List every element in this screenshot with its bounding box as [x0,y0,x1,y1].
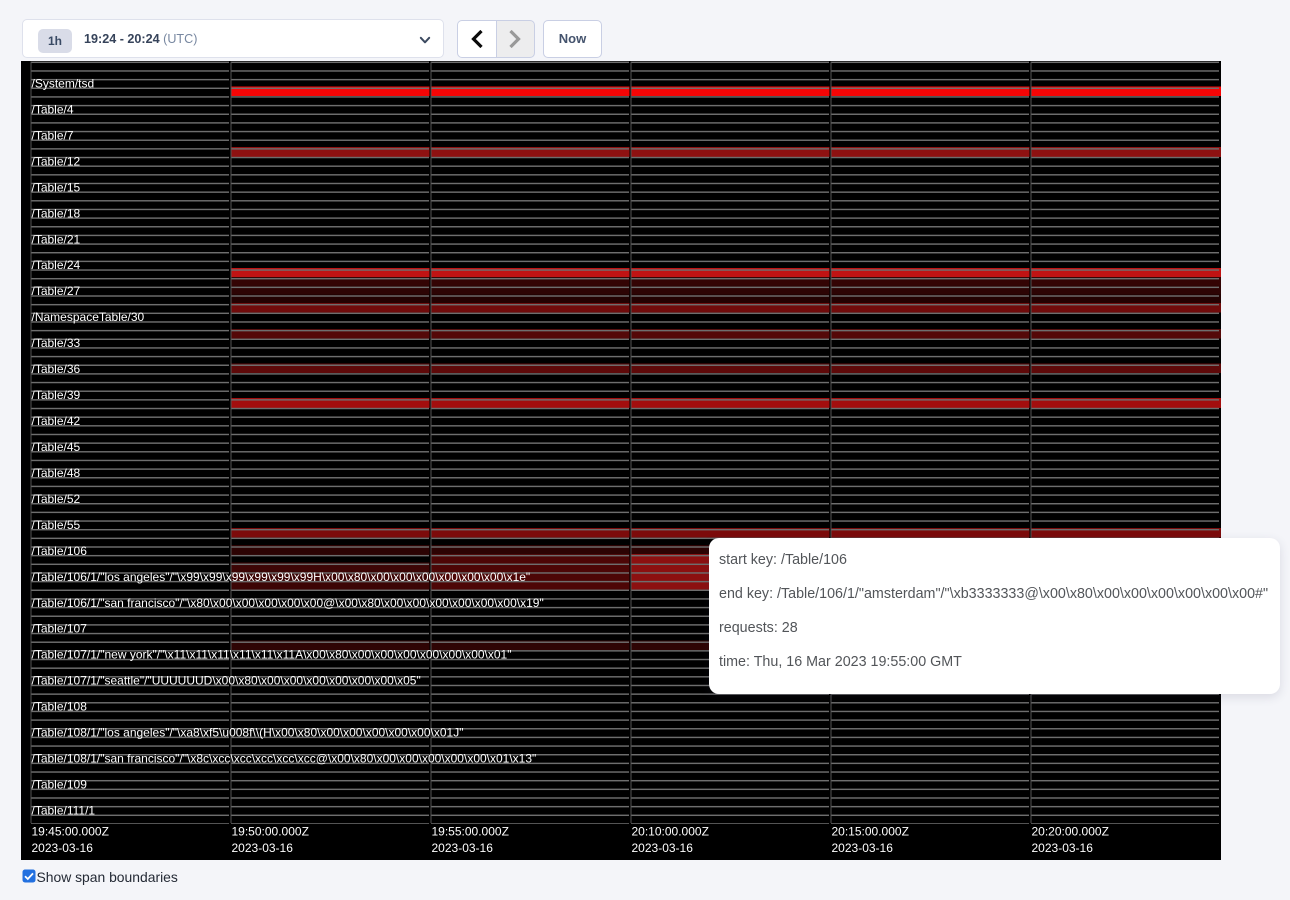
svg-text:/Table/48: /Table/48 [32,466,81,480]
svg-text:/System/tsd: /System/tsd [32,76,95,90]
svg-text:/Table/111/1: /Table/111/1 [32,803,96,817]
svg-text:/Table/4: /Table/4 [32,102,74,116]
svg-text:/Table/18: /Table/18 [32,206,81,220]
svg-text:/Table/107/1/"seattle"/"UUUUUU: /Table/107/1/"seattle"/"UUUUUUD\x00\x80\… [32,674,421,688]
svg-text:/NamespaceTable/30: /NamespaceTable/30 [32,310,145,324]
svg-text:20:20:00.000Z: 20:20:00.000Z [1032,825,1109,839]
svg-text:/Table/15: /Table/15 [32,180,81,194]
svg-text:2023-03-16: 2023-03-16 [32,841,94,855]
svg-text:/Table/109: /Table/109 [32,778,88,792]
svg-text:/Table/107: /Table/107 [32,622,88,636]
svg-text:2023-03-16: 2023-03-16 [632,841,694,855]
svg-text:/Table/42: /Table/42 [32,414,81,428]
svg-text:/Table/108: /Table/108 [32,700,88,714]
svg-text:/Table/107/1/"new york"/"\x11\: /Table/107/1/"new york"/"\x11\x11\x11\x1… [32,648,512,662]
svg-text:2023-03-16: 2023-03-16 [1032,841,1094,855]
svg-text:2023-03-16: 2023-03-16 [832,841,894,855]
svg-text:/Table/33: /Table/33 [32,336,81,350]
svg-text:20:10:00.000Z: 20:10:00.000Z [632,825,709,839]
svg-text:19:55:00.000Z: 19:55:00.000Z [432,825,509,839]
svg-text:/Table/36: /Table/36 [32,362,81,376]
svg-text:/Table/24: /Table/24 [32,258,81,272]
svg-text:19:45:00.000Z: 19:45:00.000Z [32,825,109,839]
svg-text:/Table/106: /Table/106 [32,544,88,558]
svg-text:19:50:00.000Z: 19:50:00.000Z [232,825,309,839]
svg-text:/Table/108/1/"san francisco"/": /Table/108/1/"san francisco"/"\x8c\xcc\x… [32,752,537,766]
svg-text:2023-03-16: 2023-03-16 [432,841,494,855]
svg-text:/Table/106/1/"san francisco"/": /Table/106/1/"san francisco"/"\x80\x00\x… [32,596,544,610]
svg-text:/Table/7: /Table/7 [32,128,74,142]
svg-text:/Table/12: /Table/12 [32,154,81,168]
svg-text:/Table/27: /Table/27 [32,284,81,298]
svg-text:/Table/108/1/"los angeles"/"\x: /Table/108/1/"los angeles"/"\xa8\xf5\u00… [32,726,464,740]
svg-text:/Table/55: /Table/55 [32,518,81,532]
svg-text:/Table/21: /Table/21 [32,232,81,246]
svg-text:/Table/106/1/"los angeles"/"\x: /Table/106/1/"los angeles"/"\x99\x99\x99… [32,570,531,584]
svg-text:/Table/39: /Table/39 [32,388,81,402]
svg-text:/Table/45: /Table/45 [32,440,81,454]
svg-text:/Table/52: /Table/52 [32,492,81,506]
svg-text:2023-03-16: 2023-03-16 [232,841,294,855]
svg-text:20:15:00.000Z: 20:15:00.000Z [832,825,909,839]
